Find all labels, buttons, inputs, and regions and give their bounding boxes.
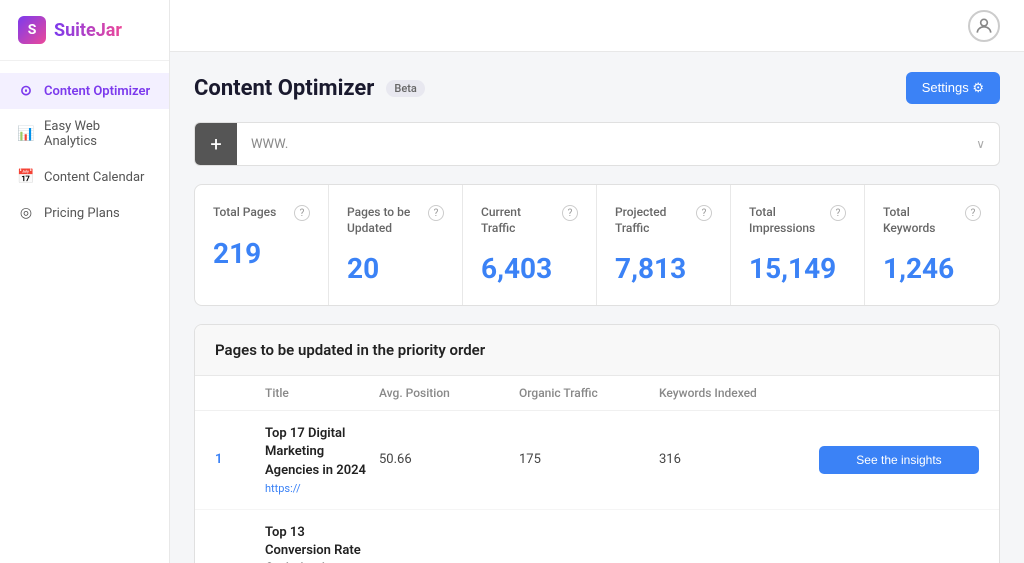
- col-avg-position: Avg. Position: [379, 386, 509, 400]
- stats-grid: Total Pages ? 219 Pages to be Updated ? …: [194, 184, 1000, 306]
- sidebar-item-pricing-plans[interactable]: ◎ Pricing Plans: [0, 195, 169, 231]
- see-insights-button-1[interactable]: See the insights: [819, 446, 979, 474]
- nav-menu: ⊙ Content Optimizer 📊 Easy Web Analytics…: [0, 61, 169, 563]
- col-organic-traffic: Organic Traffic: [519, 386, 649, 400]
- stat-current-traffic: Current Traffic ? 6,403: [463, 185, 597, 305]
- beta-badge: Beta: [386, 80, 424, 97]
- priority-section: Pages to be updated in the priority orde…: [194, 324, 1000, 563]
- sidebar-item-label: Content Optimizer: [44, 84, 150, 99]
- stat-value: 219: [213, 237, 310, 270]
- info-icon[interactable]: ?: [428, 205, 444, 221]
- sidebar-item-label: Pricing Plans: [44, 206, 120, 221]
- sidebar-item-content-calendar[interactable]: 📅 Content Calendar: [0, 159, 169, 195]
- priority-header: Pages to be updated in the priority orde…: [195, 325, 999, 376]
- stat-label: Pages to be Updated: [347, 205, 422, 236]
- table-row: 2 Top 13 Conversion Rate Optimization Ag…: [195, 510, 999, 563]
- stat-projected-traffic: Projected Traffic ? 7,813: [597, 185, 731, 305]
- page-content: Content Optimizer Beta Settings ⚙ + WWW.…: [170, 52, 1024, 563]
- row-title: Top 17 Digital Marketing Agencies in 202…: [265, 425, 369, 480]
- easy-web-analytics-icon: 📊: [18, 126, 34, 142]
- page-title: Content Optimizer: [194, 76, 374, 101]
- sidebar-item-easy-web-analytics[interactable]: 📊 Easy Web Analytics: [0, 109, 169, 159]
- stat-label: Current Traffic: [481, 205, 556, 236]
- page-title-area: Content Optimizer Beta: [194, 76, 425, 101]
- table-row: 1 Top 17 Digital Marketing Agencies in 2…: [195, 411, 999, 510]
- stat-value: 6,403: [481, 252, 578, 285]
- stat-label: Projected Traffic: [615, 205, 690, 236]
- row-avg-position: 50.66: [379, 452, 509, 467]
- info-icon[interactable]: ?: [696, 205, 712, 221]
- stat-label: Total Impressions: [749, 205, 824, 236]
- content-optimizer-icon: ⊙: [18, 83, 34, 99]
- sidebar-item-label: Easy Web Analytics: [44, 119, 151, 149]
- col-keywords-indexed: Keywords Indexed: [659, 386, 809, 400]
- row-number: 1: [215, 452, 255, 467]
- table-header: Title Avg. Position Organic Traffic Keyw…: [195, 376, 999, 411]
- info-icon[interactable]: ?: [965, 205, 981, 221]
- chevron-down-icon: ∨: [976, 137, 985, 151]
- col-title: Title: [265, 386, 369, 400]
- url-text: WWW.: [251, 137, 288, 152]
- url-bar: + WWW. ∨: [194, 122, 1000, 166]
- sidebar-item-label: Content Calendar: [44, 170, 144, 185]
- page-header: Content Optimizer Beta Settings ⚙: [194, 72, 1000, 104]
- stat-label: Total Keywords: [883, 205, 959, 236]
- stat-value: 7,813: [615, 252, 712, 285]
- logo-area: S SuiteJar: [0, 0, 169, 61]
- user-avatar[interactable]: [968, 10, 1000, 42]
- info-icon[interactable]: ?: [830, 205, 846, 221]
- settings-button[interactable]: Settings ⚙: [906, 72, 1000, 104]
- topbar: [170, 0, 1024, 52]
- col-num: [215, 386, 255, 400]
- logo-text: SuiteJar: [54, 20, 122, 41]
- stat-total-keywords: Total Keywords ? 1,246: [865, 185, 999, 305]
- row-title-cell: Top 13 Conversion Rate Optimization Agen…: [265, 524, 369, 563]
- row-url: https://: [265, 482, 369, 495]
- url-selector[interactable]: WWW. ∨: [237, 137, 999, 152]
- main-content: Content Optimizer Beta Settings ⚙ + WWW.…: [170, 0, 1024, 563]
- sidebar-item-content-optimizer[interactable]: ⊙ Content Optimizer: [0, 73, 169, 109]
- priority-table: Title Avg. Position Organic Traffic Keyw…: [195, 376, 999, 563]
- pricing-plans-icon: ◎: [18, 205, 34, 221]
- col-action: [819, 386, 979, 400]
- sidebar: S SuiteJar ⊙ Content Optimizer 📊 Easy We…: [0, 0, 170, 563]
- stat-total-pages: Total Pages ? 219: [195, 185, 329, 305]
- stat-value: 15,149: [749, 252, 846, 285]
- stat-value: 1,246: [883, 252, 981, 285]
- row-keywords-indexed: 316: [659, 452, 809, 467]
- row-title: Top 13 Conversion Rate Optimization Agen…: [265, 524, 369, 563]
- stat-label: Total Pages: [213, 205, 276, 221]
- info-icon[interactable]: ?: [562, 205, 578, 221]
- content-calendar-icon: 📅: [18, 169, 34, 185]
- info-icon[interactable]: ?: [294, 205, 310, 221]
- add-url-button[interactable]: +: [195, 123, 237, 165]
- row-title-cell: Top 17 Digital Marketing Agencies in 202…: [265, 425, 369, 495]
- row-organic-traffic: 175: [519, 452, 649, 467]
- stat-value: 20: [347, 252, 444, 285]
- stat-pages-to-be-updated: Pages to be Updated ? 20: [329, 185, 463, 305]
- logo-icon: S: [18, 16, 46, 44]
- stat-total-impressions: Total Impressions ? 15,149: [731, 185, 865, 305]
